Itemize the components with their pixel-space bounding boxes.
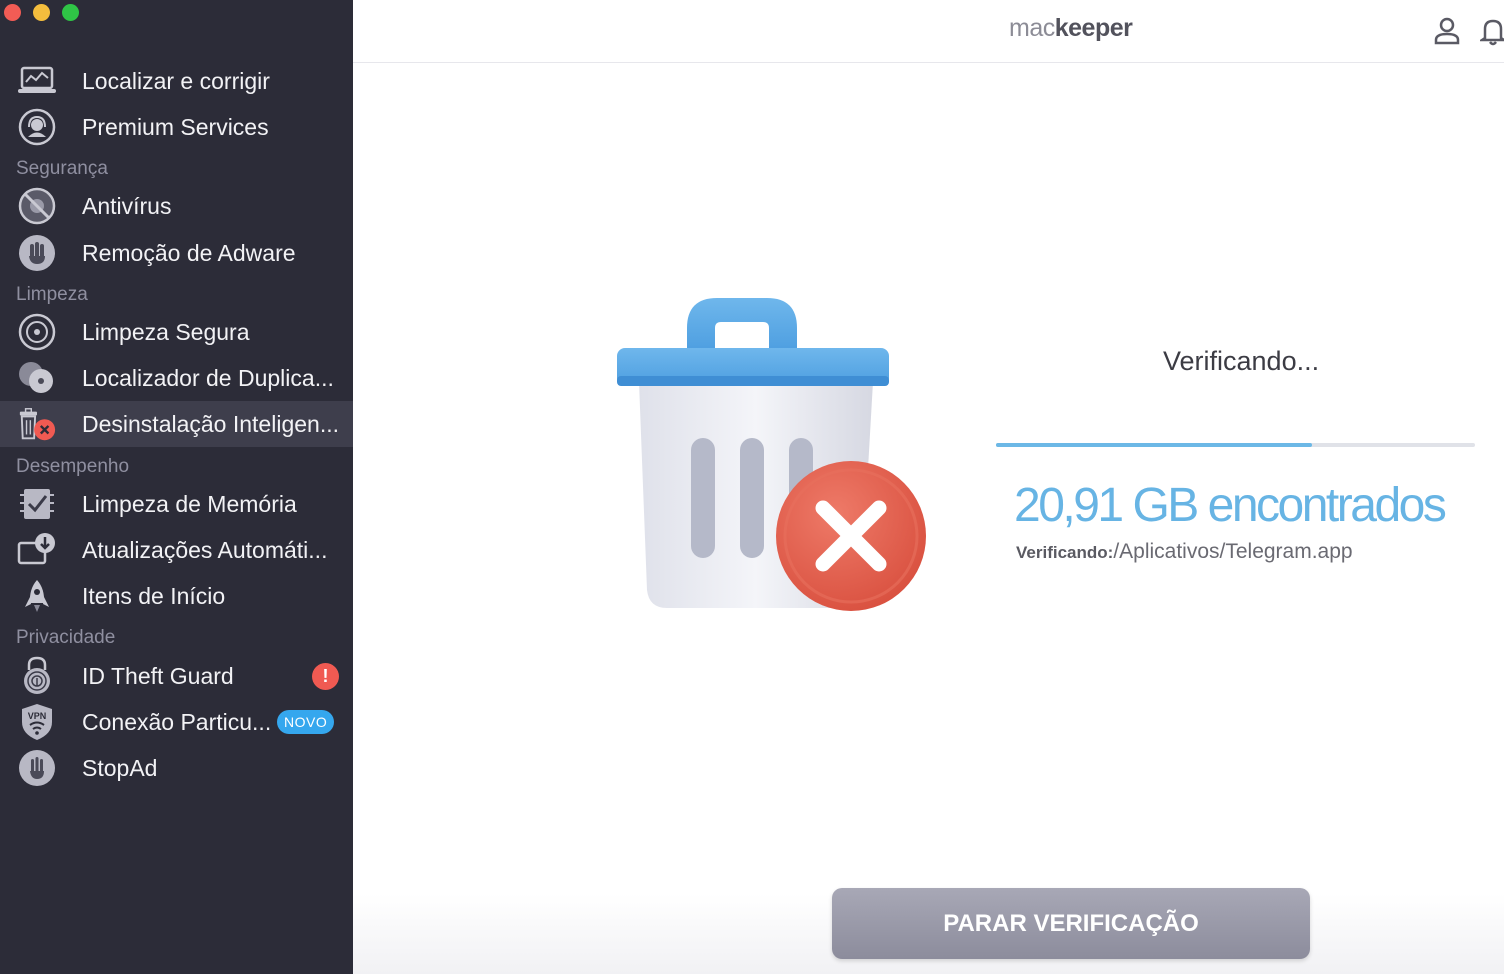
fingerprint-lock-icon: [17, 656, 57, 696]
download-update-icon: [17, 530, 57, 570]
sidebar-item-label: Remoção de Adware: [82, 239, 296, 266]
sidebar-item-memory-cleaner[interactable]: Limpeza de Memória: [0, 481, 353, 527]
sidebar-item-smart-uninstaller[interactable]: Desinstalação Inteligen...: [0, 401, 353, 447]
current-scan-path: Verificando:/Aplicativos/Telegram.app: [1016, 540, 1353, 564]
rocket-icon: [17, 576, 57, 616]
sidebar-item-private-connect[interactable]: VPN Conexão Particu... NOVO: [0, 699, 353, 745]
disk-clean-icon: [17, 312, 57, 352]
headset-icon: [17, 107, 57, 147]
vpn-shield-icon: VPN: [17, 702, 57, 742]
sidebar-item-find-and-fix[interactable]: Localizar e corrigir: [0, 58, 353, 104]
notifications-button[interactable]: [1477, 16, 1504, 46]
sidebar-item-label: Antivírus: [82, 192, 172, 219]
svg-text:VPN: VPN: [28, 711, 47, 721]
mackeeper-logo: mackeeper: [1009, 14, 1133, 43]
found-size-text: 20,91 GB encontrados: [1014, 479, 1447, 532]
app-window: Localizar e corrigir Premium Services Se…: [0, 0, 1504, 974]
logo-text-mac: mac: [1009, 14, 1055, 42]
account-button[interactable]: [1433, 16, 1461, 46]
sidebar-item-safe-cleanup[interactable]: Limpeza Segura: [0, 309, 353, 355]
close-window-button[interactable]: [4, 4, 21, 21]
user-icon: [1434, 17, 1460, 45]
sidebar-item-label: Limpeza de Memória: [82, 490, 297, 517]
sidebar-item-label: Limpeza Segura: [82, 318, 250, 345]
sidebar-item-label: Localizador de Duplica...: [82, 364, 334, 391]
sidebar-item-id-theft-guard[interactable]: ID Theft Guard !: [0, 653, 353, 699]
sidebar-item-stopad[interactable]: StopAd: [0, 745, 353, 791]
stop-hand-icon: [17, 748, 57, 788]
section-title-performance: Desempenho: [16, 456, 130, 477]
top-bar: mackeeper: [353, 0, 1504, 63]
sidebar-item-label: Premium Services: [82, 113, 269, 140]
scan-progress-bar: [996, 443, 1475, 447]
scan-path-label: Verificando:: [1016, 543, 1114, 562]
sidebar-item-label: ID Theft Guard: [82, 662, 234, 689]
section-title-cleaning: Limpeza: [16, 284, 88, 305]
sidebar-item-label: Itens de Início: [82, 582, 226, 609]
duplicate-discs-icon: [17, 358, 57, 398]
sidebar-item-antivirus[interactable]: Antivírus: [0, 183, 353, 229]
sidebar-item-duplicate-finder[interactable]: Localizador de Duplica...: [0, 355, 353, 401]
virus-block-icon: [17, 186, 57, 226]
scan-progress-fill: [996, 443, 1313, 447]
main-content: mackeeper Verificando... 20,91 GB encont…: [353, 0, 1504, 974]
sidebar-item-label: Atualizações Automáti...: [82, 536, 328, 563]
logo-text-keeper: keeper: [1054, 14, 1133, 42]
sidebar-item-label: Localizar e corrigir: [82, 67, 270, 94]
scan-status-title: Verificando...: [1163, 346, 1320, 376]
laptop-chart-icon: [17, 61, 57, 101]
zoom-window-button[interactable]: [62, 4, 79, 21]
alert-badge: !: [312, 662, 339, 690]
sidebar-item-auto-updates[interactable]: Atualizações Automáti...: [0, 527, 353, 573]
sidebar-item-label: Conexão Particu...: [82, 708, 272, 735]
sidebar-item-premium-services[interactable]: Premium Services: [0, 104, 353, 150]
uninstaller-illustration: [611, 290, 931, 620]
section-title-privacy: Privacidade: [16, 627, 116, 648]
section-title-security: Segurança: [16, 158, 108, 179]
sidebar-item-label: Desinstalação Inteligen...: [82, 410, 339, 437]
sidebar-item-adware-removal[interactable]: Remoção de Adware: [0, 230, 353, 276]
trash-error-icon: [617, 298, 926, 611]
window-controls: [4, 4, 79, 21]
stop-scan-button[interactable]: PARAR VERIFICAÇÃO: [832, 888, 1310, 959]
trash-uninstall-icon: [17, 404, 57, 444]
memory-check-icon: [17, 484, 57, 524]
bell-icon: [1477, 19, 1504, 46]
minimize-window-button[interactable]: [33, 4, 50, 21]
new-badge: NOVO: [277, 710, 335, 734]
sidebar-item-login-items[interactable]: Itens de Início: [0, 573, 353, 619]
scan-path-value: /Aplicativos/Telegram.app: [1113, 540, 1353, 563]
hand-stop-icon: [17, 233, 57, 273]
sidebar: Localizar e corrigir Premium Services Se…: [0, 0, 353, 974]
sidebar-item-label: StopAd: [82, 754, 158, 781]
